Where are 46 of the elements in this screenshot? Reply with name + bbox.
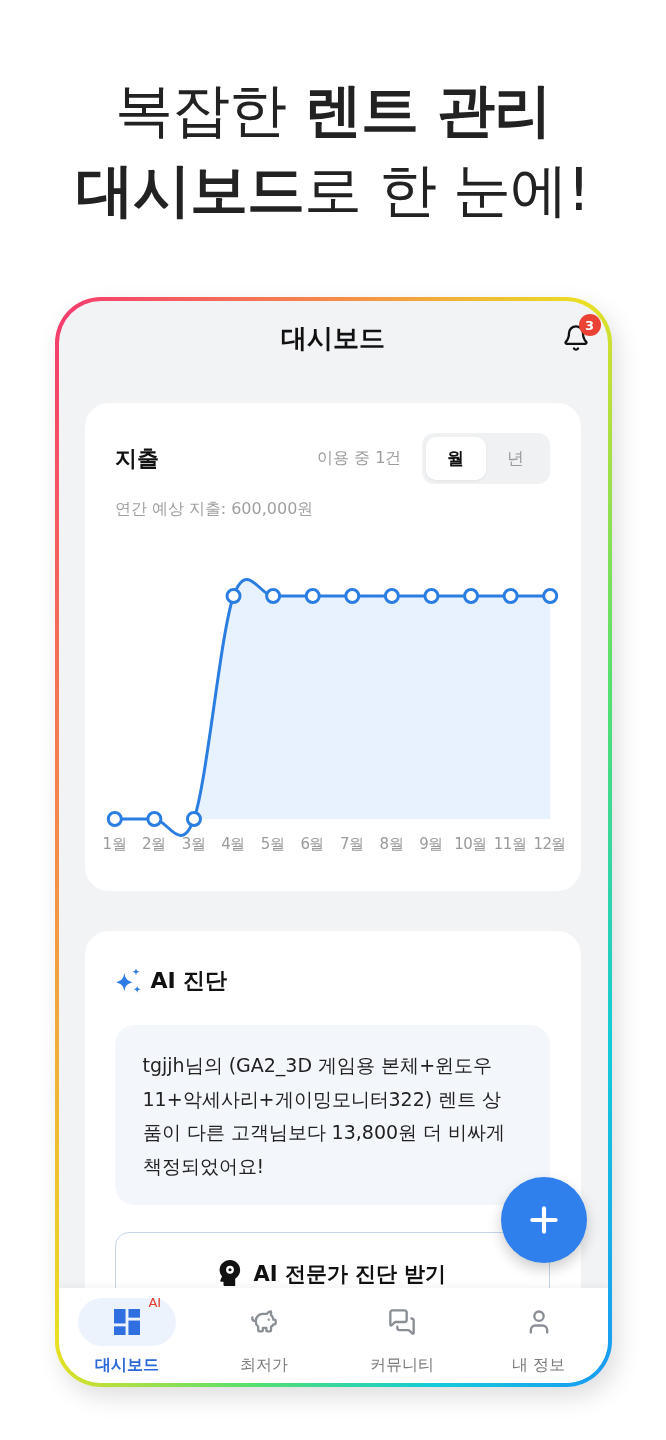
- chat-icon: [387, 1308, 416, 1336]
- axis-label: 6월: [300, 834, 324, 855]
- axis-label: 1월: [102, 834, 127, 855]
- segment-tab[interactable]: 년: [485, 437, 546, 480]
- active-count: 이용 중 1건: [317, 448, 402, 469]
- segment-tab[interactable]: 월: [425, 437, 486, 480]
- annual-estimate: 연간 예상 지출: 600,000원: [114, 498, 315, 520]
- data-point: [185, 811, 202, 827]
- dashboard-icon: [114, 1309, 141, 1335]
- data-point: [422, 588, 439, 604]
- data-point: [502, 588, 519, 604]
- data-point: [304, 588, 321, 604]
- axis-label: 2월: [142, 834, 166, 855]
- axis-label: 10월: [454, 834, 487, 855]
- card-title: AI 진단: [150, 967, 228, 995]
- data-point: [462, 588, 479, 604]
- axis-label: 11월: [493, 834, 527, 855]
- data-point: [106, 811, 123, 827]
- data-point: [264, 588, 281, 604]
- nav-tab[interactable]: 내 정보: [470, 1288, 608, 1383]
- sparkle-icon: [114, 967, 143, 995]
- axis-label: 4월: [221, 834, 245, 855]
- axis-label: 7월: [340, 834, 364, 855]
- data-point: [383, 588, 400, 604]
- data-point: [225, 588, 242, 604]
- data-point: [145, 811, 162, 827]
- diagnosis-message: tgjjh님의 (GA2_3D 게임용 본체+윈도우 11+악세사리+게이밍모니터322) 렌트 상품이 다른 고객님보다 13,800원 더 비싸게 책정되었어요!: [114, 1025, 550, 1205]
- axis-label: 3월: [181, 834, 206, 855]
- card-title: 지출: [114, 444, 159, 473]
- data-point: [541, 588, 558, 604]
- notification-badge: 3: [578, 314, 601, 336]
- headline-text: 복잡한 렌트 관리: [115, 75, 551, 146]
- nav-tab[interactable]: AI 대시보드: [58, 1288, 196, 1383]
- axis-label: 9월: [419, 834, 443, 855]
- nav-tab[interactable]: 최저가: [195, 1288, 333, 1383]
- nav-tab[interactable]: 커뮤니티: [333, 1288, 471, 1383]
- headline-text: 대시보드로 한 눈에!: [76, 155, 590, 226]
- axis-label: 5월: [260, 834, 285, 855]
- ai-label: AI: [148, 1294, 162, 1312]
- piggy-bank-icon: [250, 1308, 279, 1336]
- expert-diagnosis-button[interactable]: AI 전문가 진단 받기: [114, 1232, 550, 1288]
- axis-label: 8월: [379, 834, 404, 855]
- head-gear-icon: [217, 1260, 242, 1286]
- data-point: [343, 588, 360, 604]
- page-title: 대시보드: [281, 321, 385, 355]
- axis-label: 12월: [533, 834, 566, 855]
